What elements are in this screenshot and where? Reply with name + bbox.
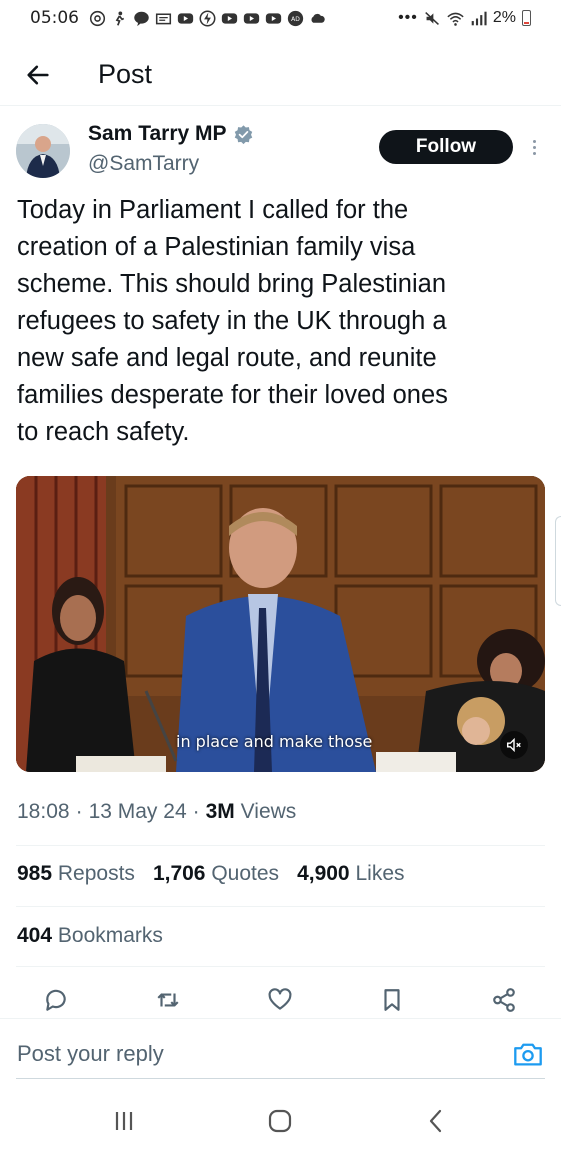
cloud-icon: [309, 10, 326, 27]
video-frame: [16, 476, 545, 772]
repost-button[interactable]: [152, 984, 184, 1016]
signal-icon: [470, 10, 487, 27]
heart-icon: [268, 988, 292, 1010]
avatar[interactable]: [16, 124, 70, 178]
repost-icon: [157, 993, 179, 1007]
reply-underline: [16, 1078, 545, 1079]
news-icon: [155, 10, 172, 27]
youtube-icon: [221, 10, 238, 27]
bookmark-button[interactable]: [376, 984, 408, 1016]
likes-label: Likes: [355, 862, 405, 885]
meta-separator: ·: [192, 800, 200, 823]
wifi-icon: [447, 10, 464, 27]
post-text-line: new safe and legal route, and reunite: [17, 344, 437, 372]
chevron-left-icon: [429, 1109, 442, 1133]
views-count: 3M: [205, 800, 235, 823]
more-vertical-icon: [532, 139, 536, 143]
ad-icon: AD: [287, 10, 304, 27]
quotes-count: 1,706: [152, 862, 206, 885]
home-icon: [268, 1109, 292, 1133]
back-button[interactable]: [8, 51, 68, 99]
speaker-muted-icon: [506, 737, 521, 753]
likes-stat[interactable]: 4,900 Likes: [297, 862, 404, 886]
post-text-line: refugees to safety in the UK through a: [17, 307, 447, 335]
video-caption: in place and make those: [176, 732, 373, 751]
author-name-row: Sam Tarry MP: [88, 122, 254, 146]
quotes-stat[interactable]: 1,706 Quotes: [153, 862, 279, 886]
youtube-icon: [265, 10, 282, 27]
share-button[interactable]: [488, 984, 520, 1016]
post-text-line: Today in Parliament I called for the: [17, 196, 409, 224]
system-nav-bar: [0, 1090, 561, 1152]
meta-separator: ·: [75, 800, 83, 823]
reposts-stat[interactable]: 985 Reposts: [17, 862, 135, 886]
person-walking-icon: [111, 10, 128, 27]
reposts-count: 985: [17, 862, 53, 885]
reply-icon: [46, 989, 66, 1011]
bookmark-icon: [384, 989, 400, 1011]
reposts-label: Reposts: [57, 862, 135, 885]
engagement-stats: 985 Reposts 1,706 Quotes 4,900 Likes: [17, 862, 405, 886]
more-options-button[interactable]: [524, 134, 544, 160]
status-bar: 05:06 AD ••• 2%: [0, 0, 561, 36]
arrow-left-icon: [27, 65, 49, 84]
mute-icon: [424, 10, 441, 27]
more-dots-icon: •••: [398, 9, 418, 26]
lightning-icon: [199, 10, 216, 27]
reply-button[interactable]: [40, 984, 72, 1016]
post-text: Today in Parliament I called for the cre…: [17, 192, 543, 451]
post-text-line: to reach safety.: [17, 418, 190, 446]
author-name[interactable]: Sam Tarry MP: [88, 122, 227, 146]
post-date[interactable]: 13 May 24: [89, 800, 187, 824]
views-stat[interactable]: 3M Views: [206, 800, 297, 824]
divider: [16, 845, 545, 846]
follow-button[interactable]: Follow: [379, 130, 513, 164]
battery-percent: 2%: [492, 9, 516, 26]
post-text-line: families desperate for their loved ones: [17, 381, 448, 409]
views-label: Views: [240, 800, 297, 823]
post-time[interactable]: 18:08: [17, 800, 70, 824]
recent-apps-button[interactable]: [104, 1104, 144, 1138]
youtube-icon: [243, 10, 260, 27]
like-button[interactable]: [264, 984, 296, 1016]
status-time: 05:06: [30, 8, 79, 28]
mute-toggle-button[interactable]: [500, 731, 528, 759]
author-handle[interactable]: @SamTarry: [88, 152, 199, 176]
quotes-label: Quotes: [211, 862, 280, 885]
verified-badge-icon: [234, 124, 252, 144]
post-text-line: creation of a Palestinian family visa: [17, 233, 416, 261]
action-bar: [0, 980, 561, 1020]
top-app-bar: Post: [0, 44, 561, 106]
share-icon: [493, 988, 515, 1012]
at-sign-icon: [89, 10, 106, 27]
reply-composer: [0, 1018, 561, 1080]
divider: [16, 906, 545, 907]
notification-icons: AD: [89, 10, 326, 27]
battery-icon: [522, 10, 531, 26]
svg-text:AD: AD: [291, 16, 300, 23]
page-title: Post: [98, 59, 153, 89]
post-text-line: scheme. This should bring Palestinian: [17, 270, 447, 298]
line-chat-icon: [133, 10, 150, 27]
home-button[interactable]: [260, 1104, 300, 1138]
recent-apps-icon: [115, 1112, 133, 1130]
bookmarks-stat[interactable]: 404 Bookmarks: [17, 924, 163, 948]
video-player[interactable]: in place and make those: [16, 476, 545, 772]
post-meta: 18:08 · 13 May 24 · 3M Views: [17, 800, 296, 824]
bookmarks-label: Bookmarks: [57, 924, 163, 947]
divider: [16, 966, 545, 967]
camera-button[interactable]: [512, 1039, 544, 1069]
system-indicators: ••• 2%: [398, 9, 531, 27]
reply-input[interactable]: [17, 1041, 487, 1067]
likes-count: 4,900: [297, 862, 350, 885]
author-row: Sam Tarry MP @SamTarry Follow: [16, 122, 546, 184]
camera-icon: [514, 1043, 542, 1066]
back-nav-button[interactable]: [416, 1104, 456, 1138]
edge-panel-handle[interactable]: [555, 516, 561, 606]
bookmarks-count: 404: [17, 924, 53, 947]
youtube-icon: [177, 10, 194, 27]
